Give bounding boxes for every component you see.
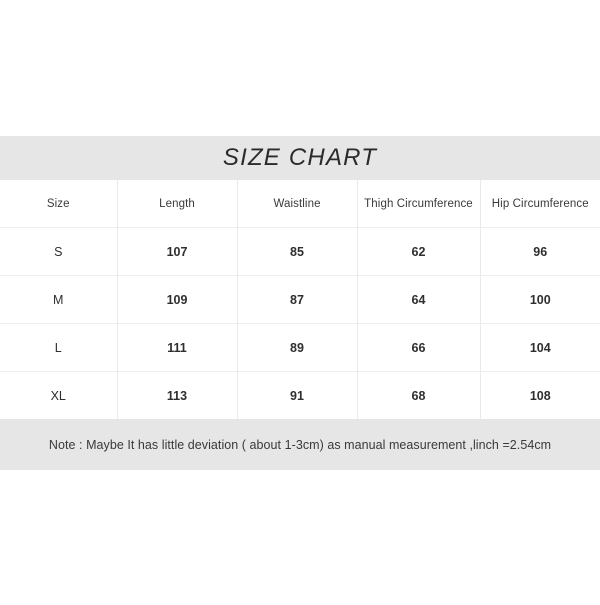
cell-length: 109 [117, 275, 238, 324]
cell-hip: 96 [480, 227, 600, 276]
table-row: XL 113 91 68 108 [0, 371, 600, 419]
table-row: L 111 89 66 104 [0, 323, 600, 372]
column-header-thigh-circumference: Thigh Circumference [357, 180, 481, 228]
table-body: S 107 85 62 96 M 109 87 64 100 L 111 89 … [0, 227, 600, 419]
column-header-hip-circumference: Hip Circumference [480, 180, 600, 228]
cell-waistline: 91 [237, 371, 358, 419]
cell-size: XL [0, 371, 118, 419]
measurement-note: Note : Maybe It has little deviation ( a… [48, 437, 552, 452]
bottom-whitespace [0, 470, 600, 605]
table-row: M 109 87 64 100 [0, 275, 600, 324]
table-row: S 107 85 62 96 [0, 227, 600, 276]
table-header: Size Length Waistline Thigh Circumferenc… [0, 180, 600, 228]
cell-size: L [0, 323, 118, 372]
column-header-size: Size [0, 180, 118, 228]
cell-length: 107 [117, 227, 238, 276]
note-band: Note : Maybe It has little deviation ( a… [0, 419, 600, 470]
title-band: SIZE CHART [0, 136, 600, 180]
column-header-waistline: Waistline [237, 180, 358, 228]
column-header-length: Length [117, 180, 238, 228]
table-header-row: Size Length Waistline Thigh Circumferenc… [0, 180, 600, 228]
top-whitespace [0, 0, 600, 136]
cell-length: 111 [117, 323, 238, 372]
cell-thigh: 62 [357, 227, 481, 276]
cell-waistline: 85 [237, 227, 358, 276]
cell-thigh: 68 [357, 371, 481, 419]
size-chart-table: Size Length Waistline Thigh Circumferenc… [0, 180, 600, 419]
page-title: SIZE CHART [222, 144, 378, 171]
cell-size: M [0, 275, 118, 324]
cell-waistline: 89 [237, 323, 358, 372]
cell-waistline: 87 [237, 275, 358, 324]
cell-size: S [0, 227, 118, 276]
cell-hip: 100 [480, 275, 600, 324]
size-chart-page: SIZE CHART Size Length Waistline Thigh C… [0, 0, 600, 605]
cell-thigh: 64 [357, 275, 481, 324]
cell-hip: 104 [480, 323, 600, 372]
cell-thigh: 66 [357, 323, 481, 372]
cell-length: 113 [117, 371, 238, 419]
cell-hip: 108 [480, 371, 600, 419]
